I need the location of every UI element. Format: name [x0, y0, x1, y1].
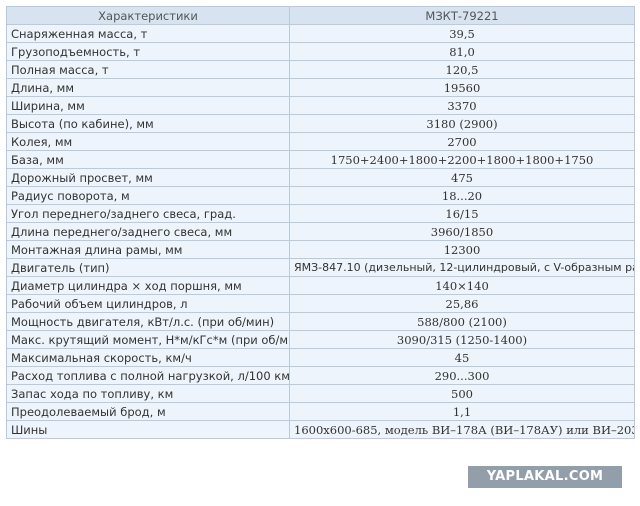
- row-value: 1750+2400+1800+2200+1800+1800+1750: [289, 150, 635, 169]
- row-value: 3180 (2900): [289, 114, 635, 133]
- table-row: Радиус поворота, м 18...20: [6, 186, 635, 205]
- table-row: Длина, мм 19560: [6, 78, 635, 97]
- table-row: Рабочий объем цилиндров, л 25,86: [6, 294, 635, 313]
- row-value: 3370: [289, 96, 635, 115]
- row-value: 120,5: [289, 60, 635, 79]
- row-value: 475: [289, 168, 635, 187]
- row-value: 16/15: [289, 204, 635, 223]
- row-label: Полная масса, т: [6, 60, 290, 79]
- row-label: Максимальная скорость, км/ч: [6, 348, 290, 367]
- row-value: 25,86: [289, 294, 635, 313]
- row-value: 588/800 (2100): [289, 312, 635, 331]
- table-row: Грузоподъемность, т 81,0: [6, 42, 635, 61]
- row-label: База, мм: [6, 150, 290, 169]
- table-row: Расход топлива с полной нагрузкой, л/100…: [6, 366, 635, 385]
- table-row: Колея, мм 2700: [6, 132, 635, 151]
- row-label: Монтажная длина рамы, мм: [6, 240, 290, 259]
- watermark-logo: YAPLAKAL.COM: [468, 466, 622, 488]
- table-header-row: Характеристики МЗКТ-79221: [6, 6, 635, 25]
- row-value: 19560: [289, 78, 635, 97]
- table-row: База, мм 1750+2400+1800+2200+1800+1800+17…: [6, 150, 635, 169]
- row-value: 3960/1850: [289, 222, 635, 241]
- table-row: Снаряженная масса, т 39,5: [6, 24, 635, 43]
- row-label: Мощность двигателя, кВт/л.с. (при об/мин…: [6, 312, 290, 331]
- table-row: Монтажная длина рамы, мм 12300: [6, 240, 635, 259]
- row-label: Рабочий объем цилиндров, л: [6, 294, 290, 313]
- row-label: Длина переднего/заднего свеса, мм: [6, 222, 290, 241]
- row-value: 39,5: [289, 24, 635, 43]
- row-value: ЯМЗ-847.10 (дизельный, 12-цилиндровый, с…: [289, 258, 635, 277]
- row-label: Грузоподъемность, т: [6, 42, 290, 61]
- row-label: Диаметр цилиндра × ход поршня, мм: [6, 276, 290, 295]
- table-row: Преодолеваемый брод, м 1,1: [6, 402, 635, 421]
- row-label: Двигатель (тип): [6, 258, 290, 277]
- specifications-table: Характеристики МЗКТ-79221 Снаряженная ма…: [6, 6, 635, 439]
- row-label: Запас хода по топливу, км: [6, 384, 290, 403]
- table-row-engine: Двигатель (тип) ЯМЗ-847.10 (дизельный, 12…: [6, 258, 635, 277]
- table-row: Макс. крутящий момент, Н*м/кГс*м (при об…: [6, 330, 635, 349]
- row-label: Радиус поворота, м: [6, 186, 290, 205]
- row-value: 290...300: [289, 366, 635, 385]
- row-value: 1,1: [289, 402, 635, 421]
- table-row: Дорожный просвет, мм 475: [6, 168, 635, 187]
- row-label: Ширина, мм: [6, 96, 290, 115]
- table-row: Ширина, мм 3370: [6, 96, 635, 115]
- header-model: МЗКТ-79221: [289, 6, 635, 25]
- header-characteristics: Характеристики: [6, 6, 290, 25]
- row-value: 81,0: [289, 42, 635, 61]
- row-label: Длина, мм: [6, 78, 290, 97]
- row-value: 140×140: [289, 276, 635, 295]
- table-row: Шины 1600x600-685, модель ВИ–178А (ВИ–178…: [6, 420, 635, 439]
- table-row: Высота (по кабине), мм 3180 (2900): [6, 114, 635, 133]
- row-label: Дорожный просвет, мм: [6, 168, 290, 187]
- table-row: Диаметр цилиндра × ход поршня, мм 140×140: [6, 276, 635, 295]
- row-label: Высота (по кабине), мм: [6, 114, 290, 133]
- row-value: 500: [289, 384, 635, 403]
- table-row: Максимальная скорость, км/ч 45: [6, 348, 635, 367]
- table-row: Мощность двигателя, кВт/л.с. (при об/мин…: [6, 312, 635, 331]
- table-row: Длина переднего/заднего свеса, мм 3960/18…: [6, 222, 635, 241]
- row-value: 3090/315 (1250-1400): [289, 330, 635, 349]
- row-label: Макс. крутящий момент, Н*м/кГс*м (при об…: [6, 330, 290, 349]
- row-label: Угол переднего/заднего свеса, град.: [6, 204, 290, 223]
- row-value: 45: [289, 348, 635, 367]
- row-label: Расход топлива с полной нагрузкой, л/100…: [6, 366, 290, 385]
- table-row: Запас хода по топливу, км 500: [6, 384, 635, 403]
- row-value: 12300: [289, 240, 635, 259]
- row-label: Шины: [6, 420, 290, 439]
- row-label: Снаряженная масса, т: [6, 24, 290, 43]
- table-row: Угол переднего/заднего свеса, град. 16/15: [6, 204, 635, 223]
- row-value: 1600x600-685, модель ВИ–178А (ВИ–178АУ) …: [289, 420, 635, 439]
- table-row: Полная масса, т 120,5: [6, 60, 635, 79]
- row-label: Преодолеваемый брод, м: [6, 402, 290, 421]
- row-value: 18...20: [289, 186, 635, 205]
- row-label: Колея, мм: [6, 132, 290, 151]
- row-value: 2700: [289, 132, 635, 151]
